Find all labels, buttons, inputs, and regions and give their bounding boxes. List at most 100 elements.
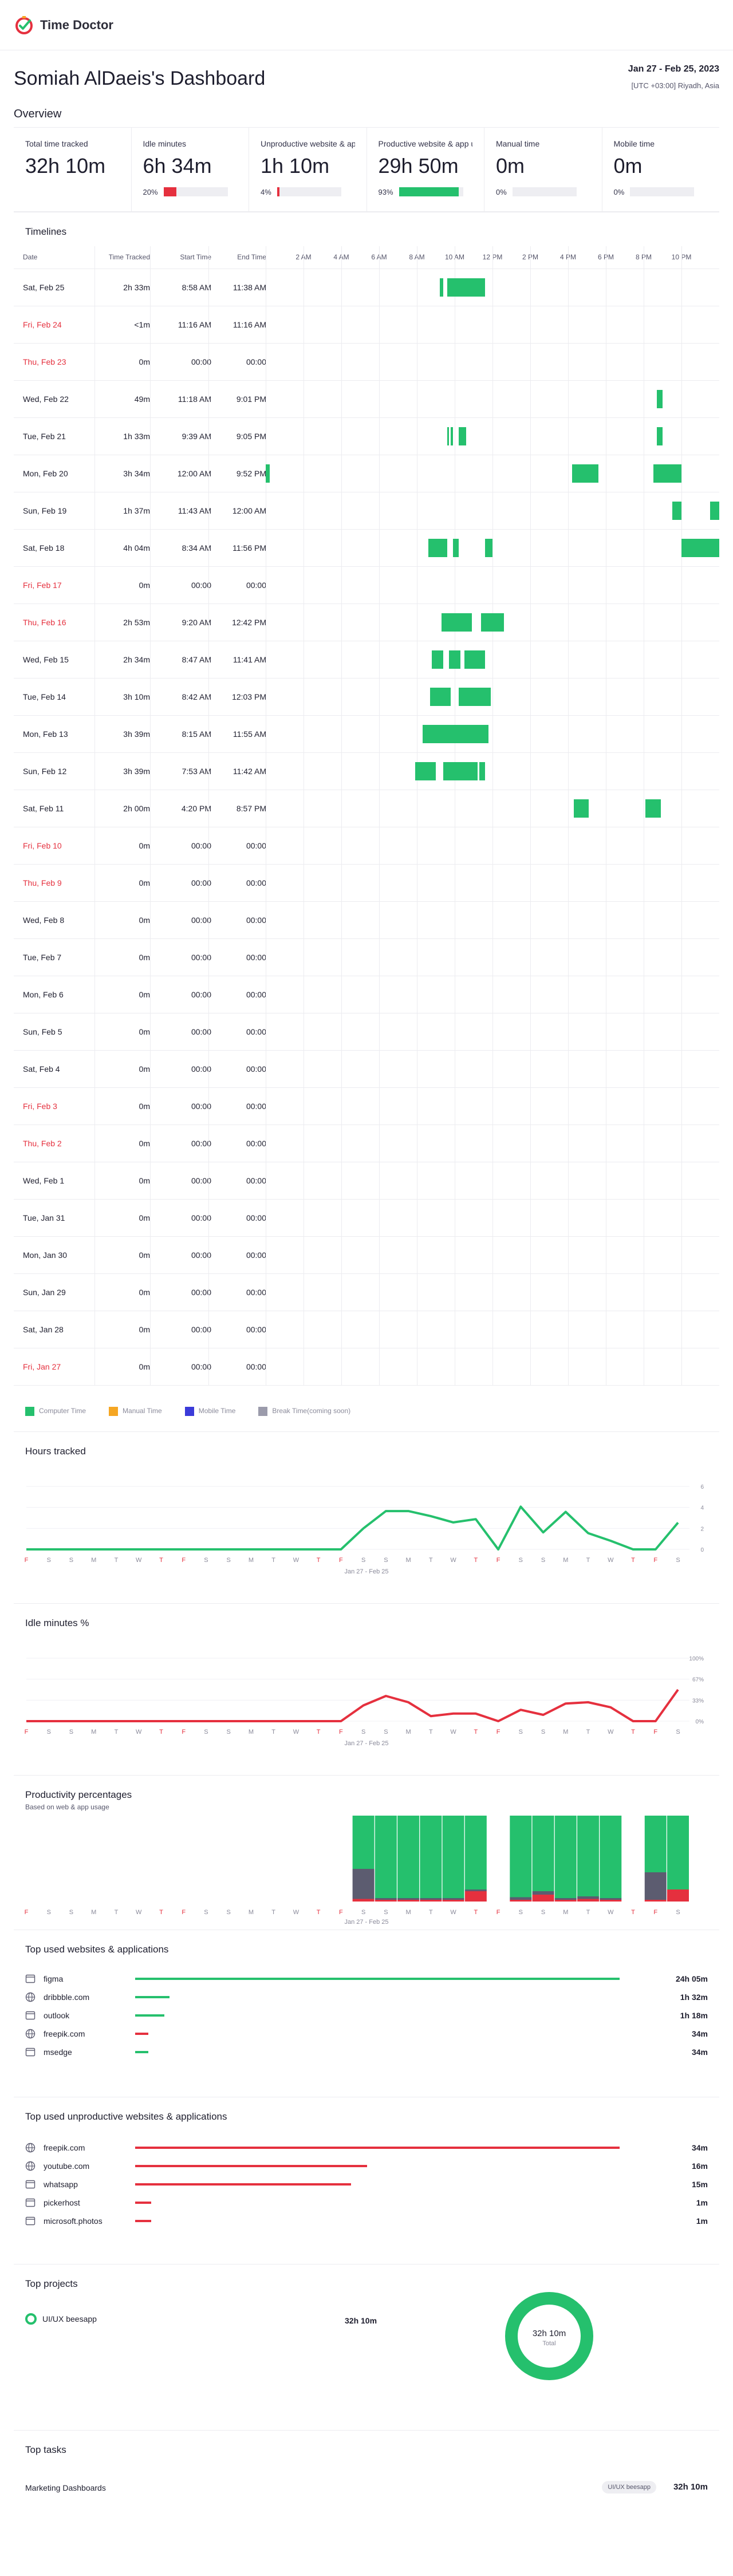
timeline-row[interactable]: Fri, Feb 17 0m 00:00 00:00 <box>14 567 719 604</box>
timeline-row[interactable]: Sun, Jan 29 0m 00:00 00:00 <box>14 1274 719 1311</box>
row-date: Fri, Feb 3 <box>23 1102 57 1111</box>
list-item[interactable]: outlook 1h 18m <box>25 2006 708 2025</box>
activity-bar[interactable] <box>481 613 504 632</box>
row-end-time: 00:00 <box>246 1139 266 1148</box>
timeline-row[interactable]: Mon, Feb 13 3h 39m 8:15 AM 11:55 AM <box>14 716 719 753</box>
activity-bar[interactable] <box>458 427 466 445</box>
list-item[interactable]: microsoft.photos 1m <box>25 2212 708 2230</box>
list-item[interactable]: dribbble.com 1h 32m <box>25 1988 708 2006</box>
list-item[interactable]: whatsapp 15m <box>25 2175 708 2194</box>
activity-bar[interactable] <box>573 799 589 818</box>
activity-bar[interactable] <box>484 539 492 557</box>
y-tick-label: 0% <box>696 1719 704 1725</box>
row-time-tracked: 2h 34m <box>123 655 150 664</box>
timeline-row[interactable]: Sun, Feb 5 0m 00:00 00:00 <box>14 1013 719 1051</box>
x-tick-label: F <box>653 1729 657 1735</box>
timeline-row[interactable]: Thu, Feb 23 0m 00:00 00:00 <box>14 344 719 381</box>
timeline-row[interactable]: Sun, Feb 19 1h 37m 11:43 AM 12:00 AM <box>14 492 719 530</box>
column-header-time-tracked[interactable]: Time Tracked <box>98 253 150 261</box>
timeline-row[interactable]: Mon, Feb 6 0m 00:00 00:00 <box>14 976 719 1013</box>
activity-bar[interactable] <box>430 688 451 706</box>
timeline-row[interactable]: Fri, Jan 27 0m 00:00 00:00 <box>14 1348 719 1386</box>
list-item[interactable]: pickerhost 1m <box>25 2194 708 2212</box>
activity-bar[interactable] <box>645 799 661 818</box>
date-range[interactable]: Jan 27 - Feb 25, 2023 <box>628 64 719 74</box>
timeline-row[interactable]: Fri, Feb 3 0m 00:00 00:00 <box>14 1088 719 1125</box>
row-date: Sat, Feb 25 <box>23 283 65 292</box>
column-header-date[interactable]: Date <box>23 253 37 261</box>
timeline-row[interactable]: Thu, Feb 2 0m 00:00 00:00 <box>14 1125 719 1162</box>
timeline-row[interactable]: Wed, Feb 1 0m 00:00 00:00 <box>14 1162 719 1200</box>
timeline-row[interactable]: Tue, Jan 31 0m 00:00 00:00 <box>14 1200 719 1237</box>
task-name[interactable]: Marketing Dashboards <box>25 2483 106 2492</box>
activity-bar[interactable] <box>439 278 444 297</box>
column-header-start-time[interactable]: Start Time <box>153 253 211 261</box>
activity-bar[interactable] <box>449 650 460 669</box>
timeline-row[interactable]: Sat, Feb 18 4h 04m 8:34 AM 11:56 PM <box>14 530 719 567</box>
item-name: figma <box>44 1974 64 1983</box>
activity-bar[interactable] <box>458 688 491 706</box>
timeline-row[interactable]: Thu, Feb 9 0m 00:00 00:00 <box>14 865 719 902</box>
activity-bar[interactable] <box>422 725 489 743</box>
activity-bar[interactable] <box>479 762 485 780</box>
x-tick-label: T <box>115 1557 119 1564</box>
grid-line <box>208 246 209 1386</box>
list-item[interactable]: msedge 34m <box>25 2043 708 2061</box>
column-header-end-time[interactable]: End Time <box>215 253 266 261</box>
project-item[interactable]: UI/UX beesapp <box>25 2313 97 2325</box>
timeline-row[interactable]: Fri, Feb 10 0m 00:00 00:00 <box>14 827 719 865</box>
activity-bar[interactable] <box>672 502 681 520</box>
activity-bar[interactable] <box>428 539 447 557</box>
activity-bar[interactable] <box>653 464 681 483</box>
activity-bar[interactable] <box>452 539 459 557</box>
timeline-row[interactable]: Tue, Feb 14 3h 10m 8:42 AM 12:03 PM <box>14 678 719 716</box>
timeline-row[interactable]: Wed, Feb 22 49m 11:18 AM 9:01 PM <box>14 381 719 418</box>
row-time-tracked: 3h 10m <box>123 692 150 701</box>
item-name: msedge <box>44 2048 72 2057</box>
top-tasks-section: Top tasks Marketing Dashboards UI/UX bee… <box>14 2430 719 2533</box>
timeline-row[interactable]: Mon, Jan 30 0m 00:00 00:00 <box>14 1237 719 1274</box>
activity-bar[interactable] <box>441 613 472 632</box>
row-start-time: 11:43 AM <box>178 506 211 515</box>
app-logo[interactable]: Time Doctor <box>14 15 113 35</box>
timeline-row[interactable]: Tue, Feb 21 1h 33m 9:39 AM 9:05 PM <box>14 418 719 455</box>
hours-tracked-section: Hours tracked 0 2 4 6 F S S M T W T F S S M T W T F S S M T W T F… <box>14 1431 719 1597</box>
timeline-row[interactable]: Sat, Feb 4 0m 00:00 00:00 <box>14 1051 719 1088</box>
activity-bar[interactable] <box>415 762 436 780</box>
activity-bar[interactable] <box>572 464 598 483</box>
list-item[interactable]: figma 24h 05m <box>25 1970 708 1988</box>
list-item[interactable]: freepik.com 34m <box>25 2139 708 2157</box>
activity-bar[interactable] <box>266 464 270 483</box>
timeline-row[interactable]: Sat, Feb 25 2h 33m 8:58 AM 11:38 AM <box>14 269 719 306</box>
list-item[interactable]: freepik.com 34m <box>25 2025 708 2043</box>
timeline-row[interactable]: Wed, Feb 15 2h 34m 8:47 AM 11:41 AM <box>14 641 719 678</box>
list-item[interactable]: youtube.com 16m <box>25 2157 708 2175</box>
activity-bar[interactable] <box>710 502 719 520</box>
y-tick-label: 6 <box>700 1484 704 1490</box>
row-end-time: 00:00 <box>246 916 266 925</box>
activity-bar[interactable] <box>432 650 444 669</box>
x-tick-label: W <box>136 1557 142 1564</box>
activity-bar[interactable] <box>464 650 485 669</box>
x-tick-label: S <box>47 1909 51 1916</box>
activity-bar[interactable] <box>657 390 663 408</box>
timeline-row[interactable]: Mon, Feb 20 3h 34m 12:00 AM 9:52 PM <box>14 455 719 492</box>
timeline-row[interactable]: Fri, Feb 24 <1m 11:16 AM 11:16 AM <box>14 306 719 344</box>
timeline-row[interactable]: Sat, Jan 28 0m 00:00 00:00 <box>14 1311 719 1348</box>
activity-bar[interactable] <box>447 278 485 297</box>
activity-bar[interactable] <box>443 762 478 780</box>
bar-segment <box>420 1898 442 1900</box>
timeline-row[interactable]: Thu, Feb 16 2h 53m 9:20 AM 12:42 PM <box>14 604 719 641</box>
activity-bar[interactable] <box>657 427 663 445</box>
x-tick-label: S <box>227 1557 231 1564</box>
timeline-row[interactable]: Sat, Feb 11 2h 00m 4:20 PM 8:57 PM <box>14 790 719 827</box>
chart-caption: Jan 27 - Feb 25 <box>344 1740 389 1747</box>
timeline-row[interactable]: Sun, Feb 12 3h 39m 7:53 AM 11:42 AM <box>14 753 719 790</box>
activity-bar[interactable] <box>447 427 450 445</box>
progress-bar <box>399 187 463 196</box>
section-title: Idle minutes % <box>25 1618 89 1628</box>
timeline-row[interactable]: Wed, Feb 8 0m 00:00 00:00 <box>14 902 719 939</box>
activity-bar[interactable] <box>451 427 453 445</box>
timeline-row[interactable]: Tue, Feb 7 0m 00:00 00:00 <box>14 939 719 976</box>
activity-bar[interactable] <box>681 539 719 557</box>
